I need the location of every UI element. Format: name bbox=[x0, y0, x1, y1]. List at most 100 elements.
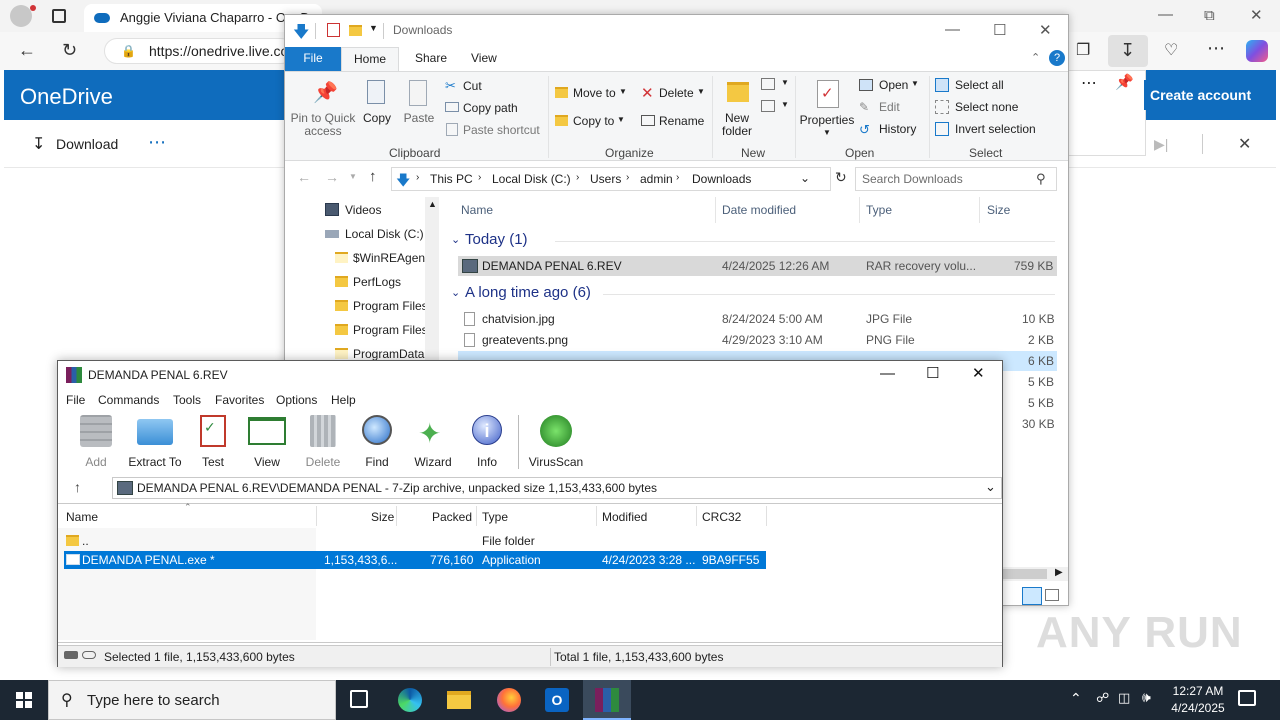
network-icon[interactable]: ☍ bbox=[1096, 690, 1109, 706]
flyout-more-icon[interactable]: ⋯ bbox=[1081, 73, 1097, 93]
col-header-modified[interactable]: Modified bbox=[602, 510, 647, 524]
properties-qat-icon[interactable] bbox=[327, 23, 340, 37]
winrar-minimize-icon[interactable]: — bbox=[880, 365, 895, 382]
archive-path-box[interactable]: DEMANDA PENAL 6.REV\DEMANDA PENAL - 7-Zi… bbox=[112, 477, 1002, 499]
task-view-icon[interactable] bbox=[350, 690, 368, 708]
nav-scrollbar[interactable]: ▲ bbox=[425, 197, 439, 372]
menu-help[interactable]: Help bbox=[331, 393, 356, 407]
tab-view[interactable]: View bbox=[459, 47, 509, 71]
path-dropdown-icon[interactable]: ⌄ bbox=[985, 479, 996, 495]
collapse-ribbon-icon[interactable]: ⌃ bbox=[1031, 51, 1040, 64]
horizontal-scrollbar[interactable]: ▶ bbox=[1003, 567, 1068, 581]
tool-find[interactable]: Find bbox=[350, 411, 404, 475]
taskbar-search-box[interactable]: ⚲ Type here to search bbox=[48, 680, 336, 720]
col-header-packed[interactable]: Packed bbox=[432, 510, 472, 524]
close-icon[interactable]: ✕ bbox=[1250, 6, 1263, 24]
ethernet-icon[interactable]: ◫ bbox=[1118, 690, 1130, 706]
help-icon[interactable]: ? bbox=[1049, 50, 1065, 66]
winrar-taskbar-button[interactable] bbox=[583, 680, 631, 720]
more-actions-icon[interactable]: ⋯ bbox=[148, 132, 166, 153]
file-row[interactable]: DEMANDA PENAL 6.REV 4/24/2025 12:26 AM R… bbox=[458, 256, 1057, 276]
tab-actions-icon[interactable] bbox=[52, 9, 66, 23]
tool-virusscan[interactable]: VirusScan bbox=[526, 411, 586, 475]
volume-icon[interactable]: 🕪 bbox=[1142, 689, 1151, 706]
search-downloads-box[interactable]: Search Downloads ⚲ bbox=[855, 167, 1057, 191]
address-bar[interactable]: 🔒 https://onedrive.live.co bbox=[104, 38, 294, 64]
downloads-button[interactable]: ↧ bbox=[1108, 35, 1148, 67]
file-row[interactable]: greatevents.png 4/29/2023 3:10 AM PNG Fi… bbox=[458, 330, 1057, 350]
details-view-icon[interactable] bbox=[1022, 587, 1042, 605]
up-folder-icon[interactable]: ↑ bbox=[74, 479, 81, 495]
qat-dropdown-icon[interactable]: ▼ bbox=[369, 23, 378, 33]
minimize-icon[interactable]: — bbox=[1158, 6, 1173, 23]
new-folder-qat-icon[interactable] bbox=[349, 25, 362, 36]
col-header-name[interactable]: Name bbox=[461, 203, 493, 217]
explorer-close-icon[interactable]: ✕ bbox=[1039, 21, 1052, 39]
col-header-name[interactable]: Name bbox=[66, 510, 98, 524]
menu-tools[interactable]: Tools bbox=[173, 393, 201, 407]
col-header-size[interactable]: Size bbox=[987, 203, 1010, 217]
clock[interactable]: 12:27 AM 4/24/2025 bbox=[1160, 682, 1236, 718]
list-item[interactable]: .. File folder bbox=[58, 532, 766, 550]
menu-file[interactable]: File bbox=[66, 393, 85, 407]
winrar-close-icon[interactable]: ✕ bbox=[972, 364, 985, 382]
explorer-maximize-icon[interactable]: ☐ bbox=[993, 21, 1006, 39]
winrar-maximize-icon[interactable]: ☐ bbox=[926, 364, 939, 382]
explorer-minimize-icon[interactable]: — bbox=[945, 21, 960, 38]
refresh-path-icon[interactable]: ↻ bbox=[835, 169, 847, 186]
outlook-taskbar-icon[interactable]: O bbox=[545, 688, 569, 712]
forward-icon[interactable]: → bbox=[325, 169, 339, 185]
heart-pulse-icon[interactable]: ♡ bbox=[1164, 40, 1178, 60]
notifications-icon[interactable] bbox=[1238, 690, 1256, 706]
col-header-size[interactable]: Size bbox=[371, 510, 394, 524]
create-account-button[interactable]: Create account bbox=[1144, 80, 1251, 110]
menu-options[interactable]: Options bbox=[276, 393, 317, 407]
refresh-icon[interactable]: ↻ bbox=[62, 40, 77, 61]
list-item[interactable]: DEMANDA PENAL.exe * 1,153,433,6... 776,1… bbox=[64, 551, 766, 569]
menu-favorites[interactable]: Favorites bbox=[215, 393, 264, 407]
tool-view[interactable]: View bbox=[240, 411, 294, 475]
paste-button[interactable]: Paste bbox=[401, 76, 437, 142]
path-box[interactable]: 🡇 › This PC › Local Disk (C:) › Users › … bbox=[391, 167, 831, 191]
breadcrumb-downloads[interactable]: Downloads bbox=[692, 172, 751, 186]
next-icon[interactable]: ▶| bbox=[1154, 136, 1168, 153]
breadcrumb-this-pc[interactable]: This PC bbox=[430, 172, 473, 186]
tab-share[interactable]: Share bbox=[403, 47, 459, 71]
copy-button[interactable]: Copy bbox=[359, 76, 395, 142]
large-icons-view-icon[interactable] bbox=[1045, 589, 1059, 601]
scroll-thumb[interactable] bbox=[1003, 569, 1047, 579]
up-icon[interactable]: ↑ bbox=[369, 168, 377, 185]
extensions-icon[interactable]: ❐ bbox=[1076, 40, 1090, 60]
col-header-type[interactable]: Type bbox=[866, 203, 892, 217]
close-viewer-icon[interactable]: ✕ bbox=[1238, 134, 1251, 154]
recent-dropdown-icon[interactable]: ▼ bbox=[349, 172, 357, 181]
path-dropdown-icon[interactable]: ⌄ bbox=[800, 171, 810, 185]
show-hidden-icons[interactable]: ⌃ bbox=[1070, 690, 1082, 707]
menu-commands[interactable]: Commands bbox=[98, 393, 159, 407]
back-icon[interactable]: ← bbox=[297, 169, 311, 185]
more-options-icon[interactable]: ⋯ bbox=[1207, 38, 1225, 59]
tab-file[interactable]: File bbox=[285, 47, 341, 71]
tool-info[interactable]: i Info bbox=[460, 411, 514, 475]
pin-icon[interactable]: 📌 bbox=[1115, 73, 1134, 91]
breadcrumb-local-disk[interactable]: Local Disk (C:) bbox=[492, 172, 571, 186]
tool-extract-to[interactable]: Extract To bbox=[128, 411, 182, 475]
file-explorer-taskbar-icon[interactable] bbox=[447, 691, 471, 709]
edge-taskbar-icon[interactable] bbox=[398, 688, 422, 712]
tool-add[interactable]: Add bbox=[69, 411, 123, 475]
breadcrumb-users[interactable]: Users bbox=[590, 172, 621, 186]
restore-icon[interactable]: ⧉ bbox=[1204, 7, 1215, 24]
breadcrumb-admin[interactable]: admin bbox=[640, 172, 673, 186]
pin-quick-access-button[interactable]: 📌 Pin to Quick access bbox=[289, 76, 357, 142]
start-button[interactable] bbox=[0, 680, 48, 720]
col-header-date[interactable]: Date modified bbox=[722, 203, 796, 217]
tool-delete[interactable]: Delete bbox=[296, 411, 350, 475]
col-header-type[interactable]: Type bbox=[482, 510, 508, 524]
tab-home[interactable]: Home bbox=[341, 47, 400, 71]
file-row[interactable]: chatvision.jpg 8/24/2024 5:00 AM JPG Fil… bbox=[458, 309, 1057, 329]
tool-wizard[interactable]: ✦ Wizard bbox=[406, 411, 460, 475]
firefox-taskbar-icon[interactable] bbox=[497, 688, 521, 712]
profile-avatar-icon[interactable] bbox=[10, 5, 32, 27]
properties-button[interactable]: ✓ Properties ▼ bbox=[799, 76, 855, 142]
back-arrow-icon[interactable]: ← bbox=[18, 40, 36, 61]
